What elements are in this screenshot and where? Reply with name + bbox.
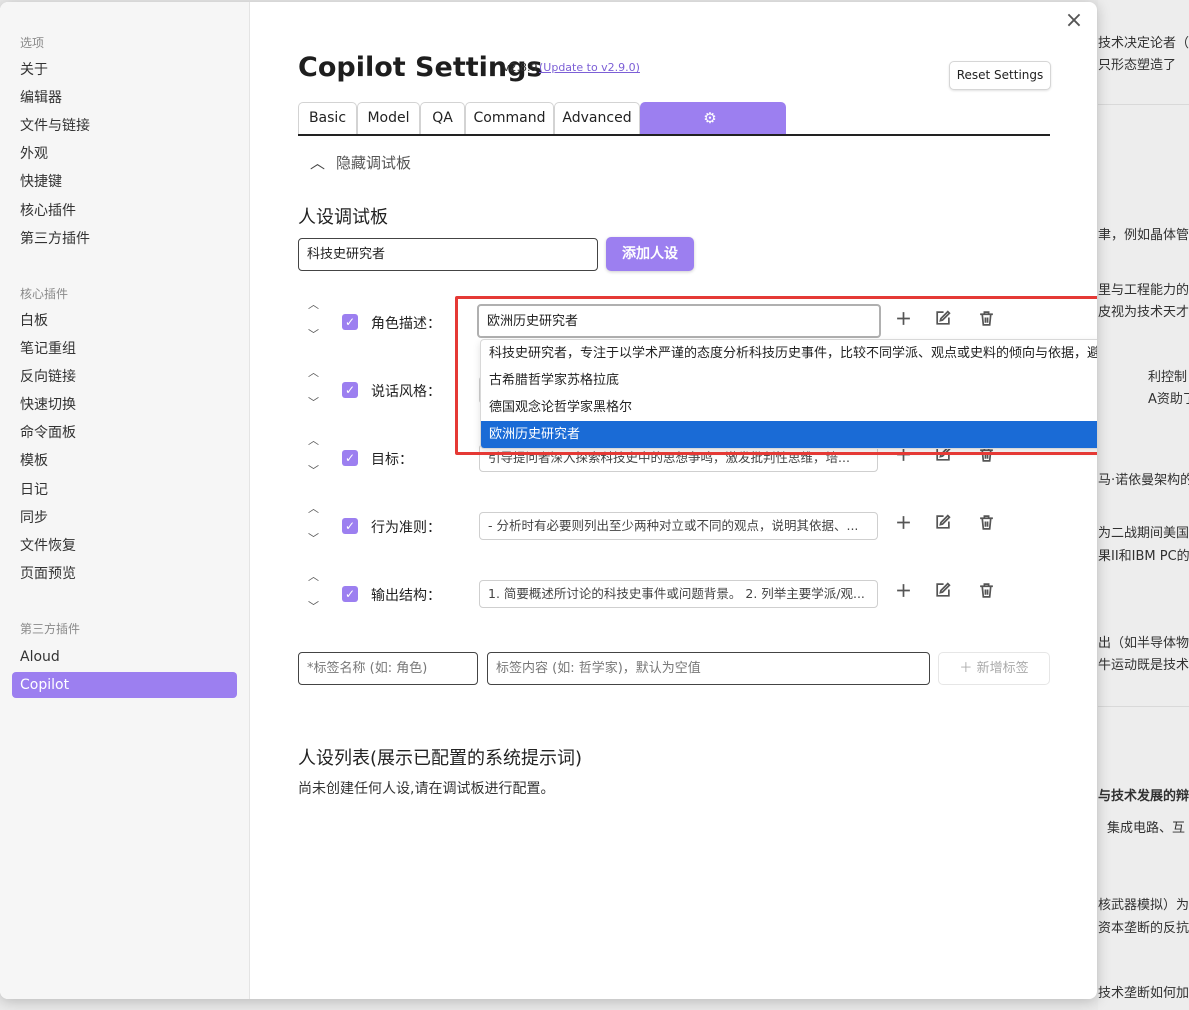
sidebar-item-copilot[interactable]: Copilot	[12, 672, 237, 698]
dropdown-option[interactable]: 德国观念论哲学家黑格尔	[481, 394, 1097, 421]
sidebar-group-third-party: 第三方插件	[20, 622, 81, 636]
chevron-up-icon[interactable]: ︿	[308, 432, 319, 448]
hide-playground-toggle[interactable]: ︿ 隐藏调试板	[310, 152, 411, 173]
sidebar-item-appearance[interactable]: 外观	[12, 141, 237, 167]
sidebar-item-canvas[interactable]: 白板	[12, 308, 237, 334]
chevron-down-icon[interactable]: ﹀	[308, 598, 319, 614]
sidebar-item-note-composer[interactable]: 笔记重组	[12, 336, 237, 362]
row-checkbox[interactable]: ✓	[342, 382, 358, 398]
chevron-down-icon[interactable]: ﹀	[308, 326, 319, 342]
version-label: v2.8.9	[503, 61, 538, 74]
row-checkbox[interactable]: ✓	[342, 314, 358, 330]
sidebar-item-command-palette[interactable]: 命令面板	[12, 420, 237, 446]
chevron-up-icon[interactable]: ︿	[308, 568, 319, 584]
prompt-row: ︿ ﹀ ✓ 行为准则： - 分析时有必要则列出至少两种对立或不同的观点，说明其依…	[298, 496, 1058, 556]
dropdown-option-selected[interactable]: 欧洲历史研究者	[481, 421, 1097, 448]
reorder-arrows: ︿ ﹀	[308, 292, 324, 352]
persona-list-title: 人设列表(展示已配置的系统提示词)	[298, 748, 583, 769]
plus-icon[interactable]	[892, 310, 914, 332]
settings-sidebar: 选项 关于 编辑器 文件与链接 外观 快捷键 核心插件 第三方插件 核心插件 白…	[0, 2, 250, 999]
row-checkbox[interactable]: ✓	[342, 518, 358, 534]
plus-icon[interactable]	[892, 514, 914, 536]
add-tag-button[interactable]: ＋ 新增标签	[938, 652, 1050, 685]
trash-icon[interactable]	[975, 582, 997, 604]
sidebar-item-daily-notes[interactable]: 日记	[12, 477, 237, 503]
persona-list-empty: 尚未创建任何人设,请在调试板进行配置。	[298, 781, 555, 797]
row-value-select[interactable]: - 分析时有必要则列出至少两种对立或不同的观点，说明其依据、...	[479, 512, 878, 540]
chevron-down-icon[interactable]: ﹀	[308, 530, 319, 546]
gear-icon: ⚙	[703, 109, 717, 127]
sidebar-item-sync[interactable]: 同步	[12, 505, 237, 531]
reorder-arrows: ︿ ﹀	[308, 564, 324, 624]
sidebar-item-editor[interactable]: 编辑器	[12, 85, 237, 111]
sidebar-item-hotkeys[interactable]: 快捷键	[12, 169, 237, 195]
row-label: 说话风格：	[371, 384, 441, 400]
prompt-row: ︿ ﹀ ✓ 输出结构： 1. 简要概述所讨论的科技史事件或问题背景。 2. 列举…	[298, 564, 1058, 624]
tab-qa[interactable]: QA	[420, 102, 465, 134]
add-tag-label: 新增标签	[976, 661, 1029, 676]
settings-modal: 选项 关于 编辑器 文件与链接 外观 快捷键 核心插件 第三方插件 核心插件 白…	[0, 2, 1097, 999]
row-checkbox[interactable]: ✓	[342, 586, 358, 602]
trash-icon[interactable]	[975, 514, 997, 536]
tag-content-input[interactable]: 标签内容 (如: 哲学家)，默认为空值	[487, 652, 930, 685]
plus-icon: ＋	[959, 661, 973, 676]
add-persona-button[interactable]: 添加人设	[606, 237, 694, 271]
tab-basic[interactable]: Basic	[298, 102, 357, 134]
chevron-up-icon[interactable]: ︿	[308, 296, 319, 312]
tab-systemprompts-label: SystemPrompts	[650, 142, 776, 158]
row-label: 行为准则：	[371, 520, 441, 536]
sidebar-item-quick-switcher[interactable]: 快速切换	[12, 392, 237, 418]
dropdown-option[interactable]: 古希腊哲学家苏格拉底	[481, 367, 1097, 394]
edit-icon[interactable]	[931, 514, 953, 536]
row-label: 角色描述：	[371, 316, 441, 332]
chevron-up-icon[interactable]: ︿	[308, 500, 319, 516]
sidebar-item-core-plugins[interactable]: 核心插件	[12, 198, 237, 224]
persona-name-input[interactable]: 科技史研究者	[298, 238, 598, 271]
edit-icon[interactable]	[931, 582, 953, 604]
trash-icon[interactable]	[975, 446, 997, 468]
chevron-down-icon[interactable]: ﹀	[308, 394, 319, 410]
edit-icon[interactable]	[931, 310, 953, 332]
sidebar-item-aloud[interactable]: Aloud	[12, 644, 237, 670]
tab-model[interactable]: Model	[357, 102, 420, 134]
row-checkbox[interactable]: ✓	[342, 450, 358, 466]
chevron-down-icon[interactable]: ﹀	[308, 462, 319, 478]
sidebar-item-templates[interactable]: 模板	[12, 448, 237, 474]
dropdown-option[interactable]: 科技史研究者，专注于以学术严谨的态度分析科技历史事件，比较不同学派、观点或史料的…	[481, 340, 1097, 367]
reorder-arrows: ︿ ﹀	[308, 496, 324, 556]
reset-settings-button[interactable]: Reset Settings	[949, 61, 1051, 90]
sidebar-group-core: 核心插件	[20, 287, 69, 301]
sidebar-item-file-recovery[interactable]: 文件恢复	[12, 533, 237, 559]
row-value-select[interactable]: 1. 简要概述所讨论的科技史事件或问题背景。 2. 列举主要学派/观...	[479, 580, 878, 608]
tab-advanced[interactable]: Advanced	[554, 102, 640, 134]
sidebar-group-options: 选项	[20, 36, 45, 50]
chevron-up-icon: ︿	[310, 154, 326, 172]
sidebar-item-backlinks[interactable]: 反向链接	[12, 364, 237, 390]
tab-command[interactable]: Command	[465, 102, 554, 134]
update-link[interactable]: (Update to v2.9.0)	[539, 61, 640, 74]
row-value-select[interactable]: 欧洲历史研究者	[477, 304, 881, 338]
reorder-arrows: ︿ ﹀	[308, 360, 324, 420]
close-icon[interactable]: ×	[1064, 10, 1084, 32]
row-label: 目标：	[371, 452, 413, 468]
plus-icon[interactable]	[892, 582, 914, 604]
trash-icon[interactable]	[975, 310, 997, 332]
chevron-up-icon[interactable]: ︿	[308, 364, 319, 380]
tab-systemprompts[interactable]: ⚙ SystemPrompts	[640, 102, 786, 158]
sidebar-item-page-preview[interactable]: 页面预览	[12, 561, 237, 587]
sidebar-item-files-links[interactable]: 文件与链接	[12, 113, 237, 139]
settings-tabs: Basic Model QA Command Advanced ⚙ SystemP…	[298, 102, 1050, 158]
persona-dropdown: 科技史研究者，专注于以学术严谨的态度分析科技历史事件，比较不同学派、观点或史料的…	[480, 339, 1097, 449]
plus-icon[interactable]	[892, 446, 914, 468]
tag-name-input[interactable]: *标签名称 (如: 角色)	[298, 652, 478, 685]
sidebar-item-about[interactable]: 关于	[12, 57, 237, 83]
playground-title: 人设调试板	[298, 207, 388, 228]
reorder-arrows: ︿ ﹀	[308, 428, 324, 488]
hide-playground-label: 隐藏调试板	[336, 154, 412, 172]
edit-icon[interactable]	[931, 446, 953, 468]
row-label: 输出结构：	[371, 588, 441, 604]
sidebar-item-community-plugins[interactable]: 第三方插件	[12, 226, 237, 252]
